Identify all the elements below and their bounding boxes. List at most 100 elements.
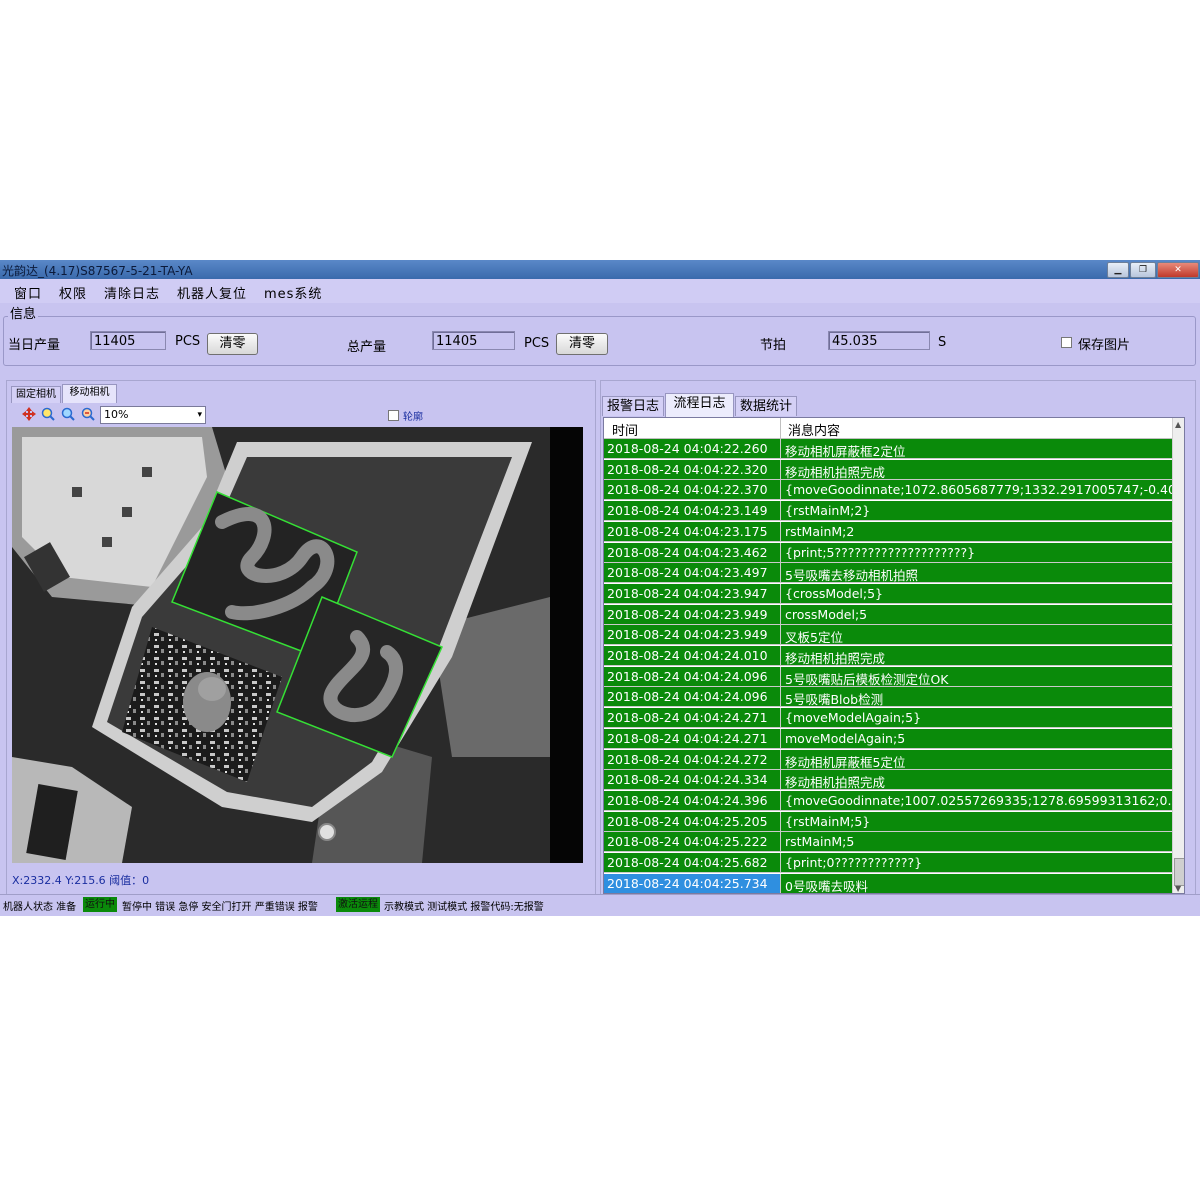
log-row[interactable]: 2018-08-24 04:04:22.320 移动相机拍照完成 xyxy=(604,459,1172,480)
zoom-out-icon[interactable] xyxy=(81,407,95,421)
cell-divider xyxy=(780,625,781,645)
save-image-checkbox[interactable] xyxy=(1061,337,1072,348)
close-button[interactable]: ✕ xyxy=(1157,262,1199,278)
log-row[interactable]: 2018-08-24 04:04:24.334 移动相机拍照完成 xyxy=(604,770,1172,791)
menu-window[interactable]: 窗口 xyxy=(14,283,42,302)
pan-icon[interactable] xyxy=(22,407,36,421)
status-activated: 激活运程 xyxy=(336,897,380,912)
beat-field[interactable]: 45.035 xyxy=(828,331,930,350)
cell-divider xyxy=(780,708,781,728)
cell-divider xyxy=(780,749,781,769)
clear-daily-button[interactable]: 清零 xyxy=(207,333,258,355)
cell-divider xyxy=(780,853,781,872)
log-message-cell: {print;5????????????????????} xyxy=(785,544,976,560)
tab-fixed-camera[interactable]: 固定相机 xyxy=(11,386,61,403)
zoom-in-icon[interactable] xyxy=(41,407,55,421)
header-divider xyxy=(780,418,781,438)
log-time-cell: 2018-08-24 04:04:24.096 xyxy=(607,689,768,705)
cell-divider xyxy=(780,583,781,603)
camera-image-view[interactable] xyxy=(12,427,583,863)
log-time-cell: 2018-08-24 04:04:24.334 xyxy=(607,772,768,788)
log-message-cell: {rstMainM;5} xyxy=(785,813,871,829)
log-message-cell: {moveGoodinnate;1007.02557269335;1278.69… xyxy=(785,792,1172,808)
clear-total-button[interactable]: 清零 xyxy=(556,333,608,355)
cell-divider xyxy=(780,604,781,624)
menu-mes-system[interactable]: mes系统 xyxy=(264,283,322,302)
title-bar: 光韵达_(4.17)S87567-5-21-TA-YA ▁ ❐ ✕ xyxy=(0,260,1200,279)
beat-label: 节拍 xyxy=(760,338,787,353)
cell-divider xyxy=(780,542,781,562)
log-time-cell: 2018-08-24 04:04:22.370 xyxy=(607,482,768,498)
coordinate-readout: X:2332.4 Y:215.6 阈值：0 xyxy=(12,874,150,887)
daily-output-field[interactable]: 11405 xyxy=(90,331,166,350)
cell-divider xyxy=(780,480,781,500)
menu-permission[interactable]: 权限 xyxy=(59,283,87,302)
daily-pcs-label: PCS xyxy=(175,334,201,349)
zoom-select[interactable]: 10% ▾ xyxy=(100,406,206,424)
log-row[interactable]: 2018-08-24 04:04:23.949 叉板5定位 xyxy=(604,625,1172,646)
total-pcs-label: PCS xyxy=(524,336,550,351)
log-time-cell: 2018-08-24 04:04:24.271 xyxy=(607,730,768,746)
zoom-fit-icon[interactable] xyxy=(61,407,75,421)
log-time-cell: 2018-08-24 04:04:23.949 xyxy=(607,627,768,643)
maximize-button[interactable]: ❐ xyxy=(1130,262,1156,278)
log-table: 时间 消息内容 2018-08-24 04:04:22.260 移动相机屏蔽框2定… xyxy=(603,417,1185,894)
log-message-cell: {moveModelAgain;5} xyxy=(785,710,922,726)
cell-divider xyxy=(780,687,781,707)
tab-process-log[interactable]: 流程日志 xyxy=(665,393,734,417)
menu-robot-reset[interactable]: 机器人复位 xyxy=(177,283,247,302)
log-row[interactable]: 2018-08-24 04:04:24.271 {moveModelAgain;5… xyxy=(604,708,1172,729)
log-message-cell: 0号吸嘴去吸料 xyxy=(785,878,868,894)
log-row[interactable]: 2018-08-24 04:04:25.734 0号吸嘴去吸料 xyxy=(604,873,1172,894)
log-row[interactable]: 2018-08-24 04:04:24.096 5号吸嘴贴后模板检测定位OK xyxy=(604,666,1172,687)
total-output-field[interactable]: 11405 xyxy=(432,331,515,350)
scroll-up-icon[interactable]: ▲ xyxy=(1175,420,1181,429)
log-row[interactable]: 2018-08-24 04:04:23.947 {crossModel;5} xyxy=(604,583,1172,604)
app-window: 光韵达_(4.17)S87567-5-21-TA-YA ▁ ❐ ✕ 窗口 权限 … xyxy=(0,260,1200,916)
log-message-cell: {crossModel;5} xyxy=(785,585,884,601)
scroll-down-icon[interactable]: ▼ xyxy=(1175,884,1181,893)
log-row[interactable]: 2018-08-24 04:04:24.396 {moveGoodinnate;1… xyxy=(604,790,1172,811)
log-row[interactable]: 2018-08-24 04:04:24.271 moveModelAgain;5 xyxy=(604,728,1172,749)
contour-checkbox[interactable] xyxy=(388,410,399,421)
log-row[interactable]: 2018-08-24 04:04:23.462 {print;5?????????… xyxy=(604,542,1172,563)
log-row[interactable]: 2018-08-24 04:04:24.010 移动相机拍照完成 xyxy=(604,646,1172,666)
log-time-cell: 2018-08-24 04:04:25.205 xyxy=(607,813,768,829)
log-message-cell: 5号吸嘴Blob检测 xyxy=(785,692,884,708)
status-running: 运行中 xyxy=(83,897,117,912)
col-time-header[interactable]: 时间 xyxy=(612,420,638,439)
log-table-header: 时间 消息内容 xyxy=(604,418,1172,439)
log-message-cell: 移动相机屏蔽框5定位 xyxy=(785,754,906,770)
status-robot-ready: 机器人状态 准备 xyxy=(3,902,77,913)
log-row[interactable]: 2018-08-24 04:04:23.949 crossModel;5 xyxy=(604,604,1172,625)
minimize-button[interactable]: ▁ xyxy=(1107,262,1129,278)
log-row[interactable]: 2018-08-24 04:04:24.272 移动相机屏蔽框5定位 xyxy=(604,749,1172,770)
cell-divider xyxy=(780,811,781,831)
log-message-cell: rstMainM;5 xyxy=(785,834,855,850)
log-time-cell: 2018-08-24 04:04:24.396 xyxy=(607,792,768,808)
beat-unit-label: S xyxy=(938,335,947,350)
tab-moving-camera[interactable]: 移动相机 xyxy=(62,384,117,403)
scroll-thumb[interactable] xyxy=(1174,858,1184,886)
log-row[interactable]: 2018-08-24 04:04:23.149 {rstMainM;2} xyxy=(604,501,1172,522)
log-message-cell: {moveGoodinnate;1072.8605687779;1332.291… xyxy=(785,482,1172,498)
log-row[interactable]: 2018-08-24 04:04:25.682 {print;0?????????… xyxy=(604,853,1172,873)
tab-alarm-log[interactable]: 报警日志 xyxy=(602,396,664,416)
info-legend: 信息 xyxy=(8,303,39,322)
log-time-cell: 2018-08-24 04:04:22.320 xyxy=(607,461,768,477)
log-message-cell: {rstMainM;2} xyxy=(785,503,871,519)
tab-statistics[interactable]: 数据统计 xyxy=(735,396,797,416)
log-row[interactable]: 2018-08-24 04:04:22.260 移动相机屏蔽框2定位 xyxy=(604,439,1172,459)
log-row[interactable]: 2018-08-24 04:04:24.096 5号吸嘴Blob检测 xyxy=(604,687,1172,708)
col-message-header[interactable]: 消息内容 xyxy=(788,420,840,439)
menu-clear-log[interactable]: 清除日志 xyxy=(104,283,160,302)
log-row[interactable]: 2018-08-24 04:04:22.370 {moveGoodinnate;1… xyxy=(604,480,1172,501)
log-message-cell: {print;0????????????} xyxy=(785,855,923,870)
log-message-cell: 移动相机拍照完成 xyxy=(785,651,886,666)
log-row[interactable]: 2018-08-24 04:04:23.175 rstMainM;2 xyxy=(604,521,1172,542)
cell-divider xyxy=(780,563,781,583)
log-row[interactable]: 2018-08-24 04:04:25.222 rstMainM;5 xyxy=(604,832,1172,853)
log-row[interactable]: 2018-08-24 04:04:23.497 5号吸嘴去移动相机拍照 xyxy=(604,563,1172,584)
log-scrollbar[interactable]: ▲ ▼ xyxy=(1172,418,1184,893)
log-row[interactable]: 2018-08-24 04:04:25.205 {rstMainM;5} xyxy=(604,811,1172,832)
